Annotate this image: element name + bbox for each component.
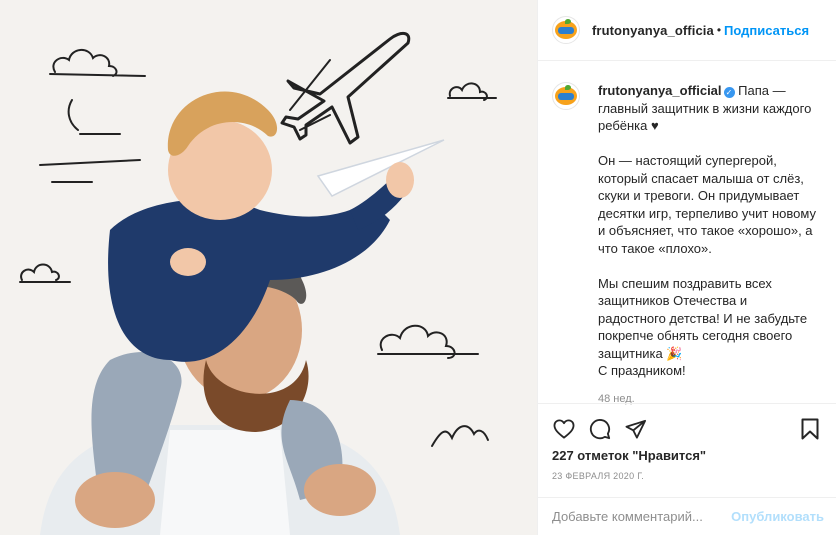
caption-paragraph-4: С праздником! [598,363,686,378]
post-photo[interactable] [0,0,537,535]
caption-section: frutonyanya_official ✓ Папа — главный защ… [538,62,836,405]
comment-icon[interactable] [588,417,612,441]
comment-section: Опубликовать [538,497,836,535]
publish-button[interactable]: Опубликовать [731,509,824,524]
leaf-icon [565,85,571,90]
caption-text: frutonyanya_official ✓ Папа — главный защ… [598,82,816,405]
actions-section: 227 отметок "Нравится" 23 ФЕВРАЛЯ 2020 Г… [538,403,836,497]
post-date[interactable]: 23 ФЕВРАЛЯ 2020 Г. [552,471,822,481]
share-icon[interactable] [624,417,648,441]
caption-username[interactable]: frutonyanya_official [598,83,722,98]
action-bar [552,404,822,446]
bookmark-icon[interactable] [798,417,822,441]
likes-count[interactable]: 227 отметок "Нравится" [552,448,822,463]
heart-icon[interactable] [552,417,576,441]
avatar[interactable] [552,16,580,44]
verified-badge-icon: ✓ [723,87,735,98]
caption-paragraph-3: Мы спешим поздравить всех защитников Оте… [598,275,808,361]
photo-illustration [0,0,537,535]
comment-input[interactable] [552,509,732,524]
separator-dot: • [716,23,722,37]
caption-avatar[interactable] [552,82,580,110]
caption-paragraph-2: Он — настоящий супергерой, который спаса… [598,153,816,256]
post-header: frutonyanya_officia • Подписаться [538,0,836,61]
follow-button[interactable]: Подписаться [724,23,809,38]
leaf-icon [565,19,571,24]
header-username[interactable]: frutonyanya_officia [592,23,714,38]
post-side-panel: frutonyanya_officia • Подписаться fruton… [537,0,836,535]
